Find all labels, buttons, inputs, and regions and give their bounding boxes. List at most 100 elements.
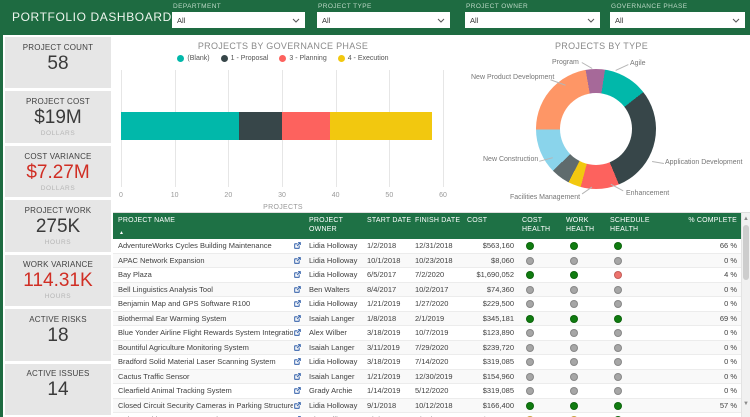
cost-health-indicator xyxy=(522,241,566,250)
project-owner-cell: Isaiah Langer xyxy=(309,343,367,352)
table-row[interactable]: Cactus Traffic Sensor Isaiah Langer 1/21… xyxy=(113,370,750,385)
kpi-label: PROJECT COST xyxy=(26,97,90,106)
filter-dropdown[interactable]: All xyxy=(465,12,600,28)
filter-value: All xyxy=(177,16,185,25)
work-health-indicator xyxy=(566,386,610,395)
main-area: PROJECTS BY GOVERNANCE PHASE (Blank) 1 -… xyxy=(113,35,750,417)
project-name-cell: Closed Circuit Security Cameras in Parki… xyxy=(118,401,293,410)
project-owner-cell: Isaiah Langer xyxy=(309,372,367,381)
table-row[interactable]: Coho Health Assessment Tool Alex Wilber … xyxy=(113,413,750,417)
kpi-unit: HOURS xyxy=(45,293,71,300)
scrollbar-thumb[interactable] xyxy=(743,225,749,280)
legend-dot-icon xyxy=(177,55,184,62)
project-link-icon[interactable] xyxy=(293,386,309,395)
charts-row: PROJECTS BY GOVERNANCE PHASE (Blank) 1 -… xyxy=(113,35,750,212)
table-row[interactable]: Biothermal Ear Warming System Isaiah Lan… xyxy=(113,312,750,327)
project-link-icon[interactable] xyxy=(293,299,309,308)
pct-complete-cell: 69 % xyxy=(660,314,737,323)
project-owner-cell: Lidia Holloway xyxy=(309,357,367,366)
chevron-down-icon xyxy=(732,18,740,23)
project-link-icon[interactable] xyxy=(293,285,309,294)
bar-segment-4-execution[interactable] xyxy=(330,112,432,140)
table-row[interactable]: Bell Linguistics Analysis Tool Ben Walte… xyxy=(113,283,750,298)
project-link-icon[interactable] xyxy=(293,314,309,323)
cost-cell: $8,060 xyxy=(467,256,522,265)
col-header-project-name[interactable]: PROJECT NAME xyxy=(118,216,293,225)
col-header-cost[interactable]: COST xyxy=(467,216,522,225)
scroll-up-icon[interactable]: ▲ xyxy=(742,215,750,223)
col-header-start-date[interactable]: START DATE xyxy=(367,216,415,225)
kpi-card-work-variance[interactable]: WORK VARIANCE 114.31K HOURS xyxy=(5,255,111,306)
donut-ring[interactable] xyxy=(536,69,656,189)
table-row[interactable]: Blue Yonder Airline Flight Rewards Syste… xyxy=(113,326,750,341)
kpi-card-project-count[interactable]: PROJECT COUNT 58 xyxy=(5,37,111,88)
project-link-icon[interactable] xyxy=(293,372,309,381)
filter-dropdown[interactable]: All xyxy=(610,12,745,28)
col-header-schedule-health[interactable]: SCHEDULE HEALTH xyxy=(610,216,660,234)
scroll-down-icon[interactable]: ▼ xyxy=(742,400,750,408)
table-row[interactable]: Bountiful Agriculture Monitoring System … xyxy=(113,341,750,356)
content: PROJECT COUNT 58 PROJECT COST $19M DOLLA… xyxy=(0,35,750,417)
x-tick-label: 60 xyxy=(439,192,447,199)
slice-label-application-development: Application Development xyxy=(665,159,742,166)
table-header-row: PROJECT NAME PROJECT OWNER START DATE FI… xyxy=(113,213,750,239)
project-link-icon[interactable] xyxy=(293,343,309,352)
kpi-card-active-risks[interactable]: ACTIVE RISKS 18 xyxy=(5,309,111,360)
table-row[interactable]: AdventureWorks Cycles Building Maintenan… xyxy=(113,239,750,254)
filter-dropdown[interactable]: All xyxy=(317,12,450,28)
col-header-finish-date[interactable]: FINISH DATE xyxy=(415,216,467,225)
project-link-icon[interactable] xyxy=(293,270,309,279)
x-axis-title: PROJECTS xyxy=(113,204,453,211)
legend-item[interactable]: 3 - Planning xyxy=(279,55,326,62)
project-link-icon[interactable] xyxy=(293,256,309,265)
legend-item[interactable]: 4 - Execution xyxy=(338,55,389,62)
project-link-icon[interactable] xyxy=(293,328,309,337)
x-tick-label: 40 xyxy=(332,192,340,199)
table-row[interactable]: Closed Circuit Security Cameras in Parki… xyxy=(113,399,750,414)
kpi-card-active-issues[interactable]: ACTIVE ISSUES 14 xyxy=(5,364,111,415)
col-header-work-health[interactable]: WORK HEALTH xyxy=(566,216,610,234)
finish-date-cell: 7/14/2020 xyxy=(415,357,467,366)
project-name-cell: Clearfield Animal Tracking System xyxy=(118,386,293,395)
table-row[interactable]: APAC Network Expansion Lidia Holloway 10… xyxy=(113,254,750,269)
finish-date-cell: 10/12/2018 xyxy=(415,401,467,410)
project-link-icon[interactable] xyxy=(293,241,309,250)
cost-health-indicator xyxy=(522,299,566,308)
x-tick-label: 50 xyxy=(385,192,393,199)
schedule-health-indicator xyxy=(610,343,660,352)
sort-ascending-icon[interactable]: ▲ xyxy=(119,230,124,236)
kpi-card-project-work[interactable]: PROJECT WORK 275K HOURS xyxy=(5,200,111,251)
finish-date-cell: 1/27/2020 xyxy=(415,299,467,308)
slice-label-facilities-management: Facilities Management xyxy=(510,194,580,201)
col-header-cost-health[interactable]: COST HEALTH xyxy=(522,216,566,234)
vertical-scrollbar[interactable]: ▲ ▼ xyxy=(741,213,750,417)
filter-dropdown[interactable]: All xyxy=(172,12,305,28)
kpi-card-cost-variance[interactable]: COST VARIANCE $7.27M DOLLARS xyxy=(5,146,111,197)
finish-date-cell: 7/29/2020 xyxy=(415,343,467,352)
bar-segment-3-planning[interactable] xyxy=(282,112,330,140)
project-link-icon[interactable] xyxy=(293,357,309,366)
project-link-icon[interactable] xyxy=(293,401,309,410)
kpi-label: ACTIVE RISKS xyxy=(29,315,87,324)
table-row[interactable]: Clearfield Animal Tracking System Grady … xyxy=(113,384,750,399)
pct-complete-cell: 0 % xyxy=(660,328,737,337)
col-header-project-owner[interactable]: PROJECT OWNER xyxy=(309,216,367,234)
bar-segment-1-proposal[interactable] xyxy=(239,112,282,140)
project-name-cell: Bountiful Agriculture Monitoring System xyxy=(118,343,293,352)
schedule-health-indicator xyxy=(610,328,660,337)
cost-cell: $345,181 xyxy=(467,314,522,323)
kpi-value: 18 xyxy=(47,325,68,347)
table-row[interactable]: Bradford Solid Material Laser Scanning S… xyxy=(113,355,750,370)
bar-segment--blank-[interactable] xyxy=(121,112,239,140)
slice-label-agile: Agile xyxy=(630,60,646,67)
cost-cell: $123,890 xyxy=(467,328,522,337)
table-row[interactable]: Benjamin Map and GPS Software R100 Lidia… xyxy=(113,297,750,312)
schedule-health-indicator xyxy=(610,357,660,366)
col-header-pct-complete[interactable]: % COMPLETE xyxy=(660,216,737,225)
table-row[interactable]: Bay Plaza Lidia Holloway 6/5/2017 7/2/20… xyxy=(113,268,750,283)
kpi-value: 275K xyxy=(36,216,80,238)
kpi-label: ACTIVE ISSUES xyxy=(26,369,89,378)
legend-item[interactable]: 1 - Proposal xyxy=(221,55,269,62)
kpi-card-project-cost[interactable]: PROJECT COST $19M DOLLARS xyxy=(5,91,111,142)
legend-item[interactable]: (Blank) xyxy=(177,55,209,62)
